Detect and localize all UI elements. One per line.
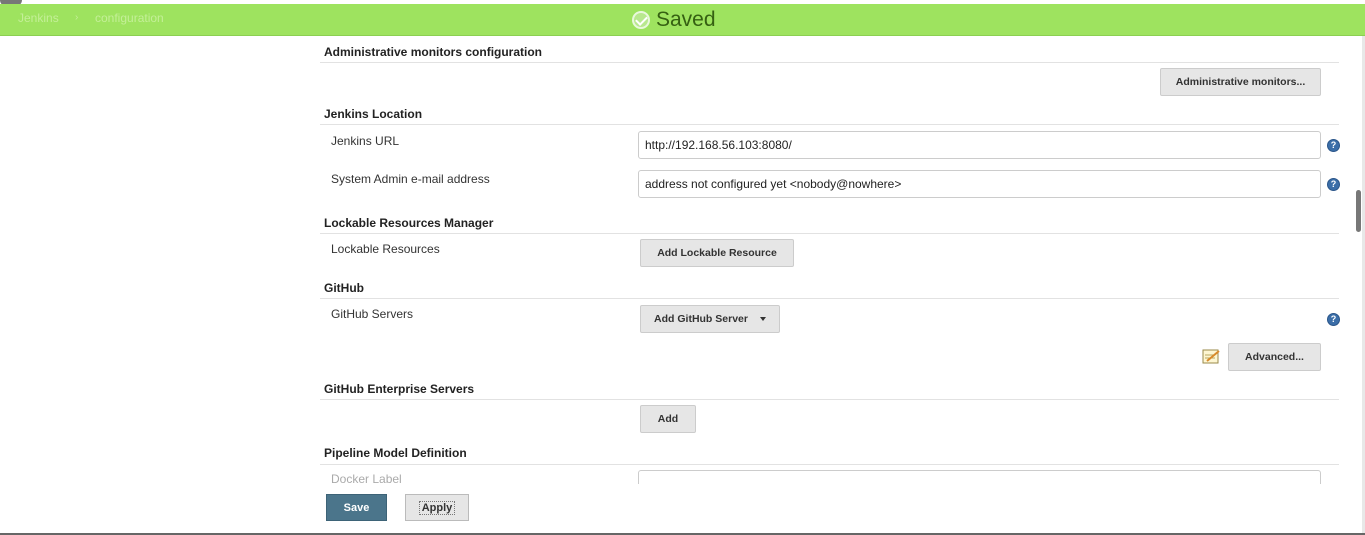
- section-divider: [320, 298, 1339, 299]
- help-icon[interactable]: ?: [1327, 178, 1340, 191]
- breadcrumb-jenkins[interactable]: Jenkins: [18, 11, 59, 25]
- help-icon[interactable]: ?: [1327, 313, 1340, 326]
- bottom-button-bar: [0, 484, 1365, 535]
- section-title-admin-monitors: Administrative monitors configuration: [324, 45, 543, 59]
- section-divider: [320, 124, 1339, 125]
- section-title-github: GitHub: [324, 281, 364, 295]
- add-enterprise-server-button[interactable]: Add: [640, 405, 696, 433]
- section-divider: [320, 62, 1339, 63]
- jenkins-url-input[interactable]: [638, 131, 1321, 159]
- section-title-jenkins-location: Jenkins Location: [324, 107, 423, 121]
- admin-email-input[interactable]: [638, 170, 1321, 198]
- notepad-icon: [1202, 349, 1220, 364]
- add-github-server-button[interactable]: Add GitHub Server: [640, 305, 780, 333]
- section-divider: [320, 464, 1339, 465]
- breadcrumb-separator: ›: [75, 12, 79, 23]
- jenkins-url-label: Jenkins URL: [331, 134, 400, 148]
- advanced-button[interactable]: Advanced...: [1228, 343, 1321, 371]
- admin-email-label: System Admin e-mail address: [331, 172, 490, 186]
- section-divider: [320, 233, 1339, 234]
- saved-message: Saved: [632, 8, 716, 32]
- scrollbar-thumb[interactable]: [1356, 190, 1361, 232]
- section-divider: [320, 399, 1339, 400]
- check-circle-icon: [632, 11, 650, 29]
- save-button[interactable]: Save: [326, 494, 387, 521]
- add-lockable-resource-button[interactable]: Add Lockable Resource: [640, 239, 794, 267]
- apply-button[interactable]: Apply: [405, 494, 469, 521]
- help-icon[interactable]: ?: [1327, 139, 1340, 152]
- github-servers-label: GitHub Servers: [331, 307, 414, 321]
- add-github-server-label: Add GitHub Server: [654, 313, 748, 325]
- section-title-github-enterprise: GitHub Enterprise Servers: [324, 382, 475, 396]
- apply-label: Apply: [418, 500, 456, 515]
- chevron-down-icon: [759, 317, 766, 321]
- saved-notification-bar: Jenkins › configuration Saved: [0, 4, 1365, 36]
- section-title-pipeline-model: Pipeline Model Definition: [324, 446, 467, 460]
- administrative-monitors-button[interactable]: Administrative monitors...: [1160, 68, 1321, 96]
- lockable-resources-label: Lockable Resources: [331, 242, 440, 256]
- breadcrumb-configuration[interactable]: configuration: [95, 11, 164, 25]
- saved-text: Saved: [656, 8, 716, 31]
- section-title-lockable-resources: Lockable Resources Manager: [324, 216, 494, 230]
